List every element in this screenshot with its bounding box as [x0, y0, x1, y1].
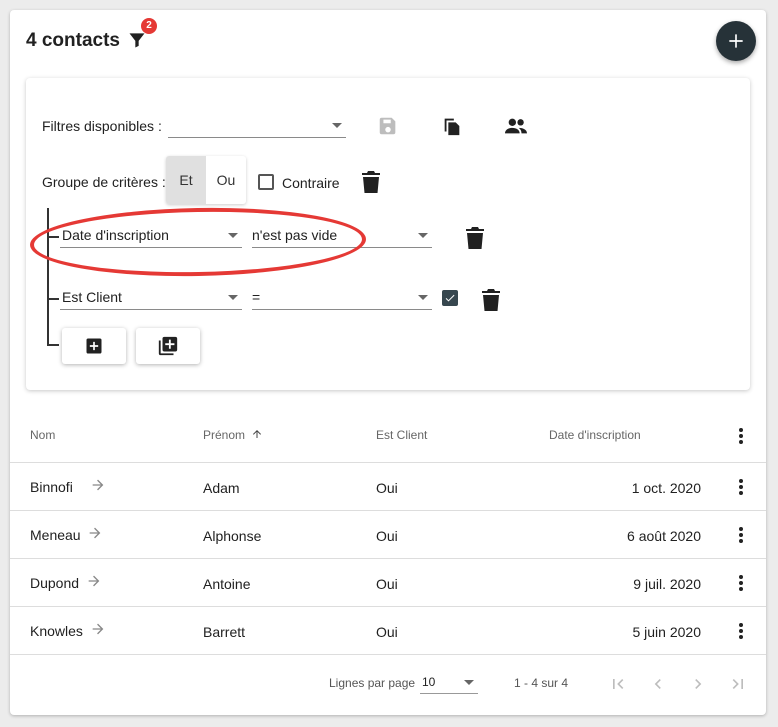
delete-group-button[interactable] [360, 170, 382, 194]
page-title: 4 contacts [26, 30, 120, 51]
filter-count-badge: 2 [141, 18, 157, 34]
columns-menu-icon[interactable] [739, 428, 743, 446]
arrow-right-icon[interactable] [87, 525, 103, 541]
check-icon [445, 294, 455, 302]
cell-client: Oui [376, 576, 398, 592]
criteria-logic-toggle: Et Ou [166, 156, 246, 204]
cell-prenom: Antoine [203, 576, 251, 592]
add-criterion-button[interactable] [62, 328, 126, 364]
save-icon [379, 117, 396, 135]
column-header-date[interactable]: Date d'inscription [549, 428, 641, 442]
criteria-group-label: Groupe de critères : [42, 174, 166, 190]
plus-icon [729, 34, 743, 48]
row-menu-icon[interactable] [739, 575, 743, 593]
cell-date: 1 oct. 2020 [631, 480, 701, 496]
cell-client: Oui [376, 528, 398, 544]
cell-date: 5 juin 2020 [632, 624, 701, 640]
pagination-range: 1 - 4 sur 4 [514, 676, 569, 690]
row-divider [10, 462, 766, 463]
trash-icon [466, 227, 484, 249]
column-header-client[interactable]: Est Client [376, 428, 427, 442]
criterion-value-checkbox[interactable] [442, 290, 458, 306]
save-filter-button[interactable] [376, 114, 400, 138]
dropdown-arrow-icon [464, 680, 474, 685]
tree-connector-branch [47, 344, 59, 346]
criterion-field-select[interactable]: Est Client [60, 286, 242, 310]
people-icon [505, 118, 527, 134]
cell-nom: Binnofi [30, 479, 73, 495]
arrow-right-icon[interactable] [86, 573, 102, 589]
filter-icon[interactable] [127, 30, 147, 50]
delete-criterion-button[interactable] [464, 226, 486, 250]
dropdown-arrow-icon [332, 123, 342, 128]
arrow-right-icon[interactable] [90, 477, 106, 493]
dropdown-arrow-icon [418, 295, 428, 300]
cell-date: 6 août 2020 [627, 528, 701, 544]
cell-nom: Knowles [30, 623, 83, 639]
criterion-operator-value: = [252, 289, 261, 305]
add-contact-button[interactable] [716, 21, 756, 61]
rows-per-page-value: 10 [422, 675, 436, 689]
first-page-icon[interactable] [608, 674, 628, 694]
cell-prenom: Adam [203, 480, 240, 496]
column-header-nom[interactable]: Nom [30, 428, 55, 442]
highlight-annotation [29, 205, 367, 279]
delete-criterion-button[interactable] [480, 288, 502, 312]
add-box-icon [86, 338, 102, 354]
last-page-icon[interactable] [728, 674, 748, 694]
add-group-button[interactable] [136, 328, 200, 364]
row-divider [10, 558, 766, 559]
cell-client: Oui [376, 624, 398, 640]
dropdown-arrow-icon [228, 295, 238, 300]
trash-icon [482, 289, 500, 311]
library-add-icon [158, 336, 178, 356]
rows-per-page-select[interactable]: 10 [420, 672, 478, 694]
cell-date: 9 juil. 2020 [633, 576, 701, 592]
column-header-prenom[interactable]: Prénom [203, 428, 263, 442]
trash-icon [362, 171, 380, 193]
row-menu-icon[interactable] [739, 527, 743, 545]
copy-icon [444, 118, 460, 136]
criterion-operator-select[interactable]: = [252, 286, 432, 310]
toggle-or-button[interactable]: Ou [206, 156, 246, 204]
row-menu-icon[interactable] [739, 623, 743, 641]
row-menu-icon[interactable] [739, 479, 743, 497]
dropdown-arrow-icon [418, 233, 428, 238]
contacts-card: 4 contacts 2 Filtres disponibles : Group… [10, 10, 766, 715]
previous-page-icon[interactable] [648, 674, 668, 694]
filter-panel: Filtres disponibles : Groupe de critères… [26, 78, 750, 390]
cell-nom: Dupond [30, 575, 80, 591]
row-divider [10, 654, 766, 655]
row-divider [10, 606, 766, 607]
row-divider [10, 510, 766, 511]
next-page-icon[interactable] [688, 674, 708, 694]
toggle-and-button[interactable]: Et [166, 156, 206, 204]
available-filters-select[interactable] [168, 114, 346, 138]
contrary-label: Contraire [282, 175, 340, 191]
cell-prenom: Alphonse [203, 528, 262, 544]
sort-ascending-icon [253, 430, 262, 438]
arrow-right-icon[interactable] [90, 621, 106, 637]
cell-prenom: Barrett [203, 624, 246, 640]
contrary-checkbox[interactable] [258, 174, 274, 190]
copy-filter-button[interactable] [440, 114, 464, 138]
cell-nom: Meneau [30, 527, 81, 543]
rows-per-page-label: Lignes par page [329, 676, 416, 690]
available-filters-label: Filtres disponibles : [42, 118, 162, 134]
column-header-prenom-label: Prénom [203, 428, 246, 442]
cell-client: Oui [376, 480, 398, 496]
criterion-field-value: Est Client [62, 289, 122, 305]
tree-connector-branch [47, 298, 59, 300]
share-filter-button[interactable] [502, 114, 530, 138]
